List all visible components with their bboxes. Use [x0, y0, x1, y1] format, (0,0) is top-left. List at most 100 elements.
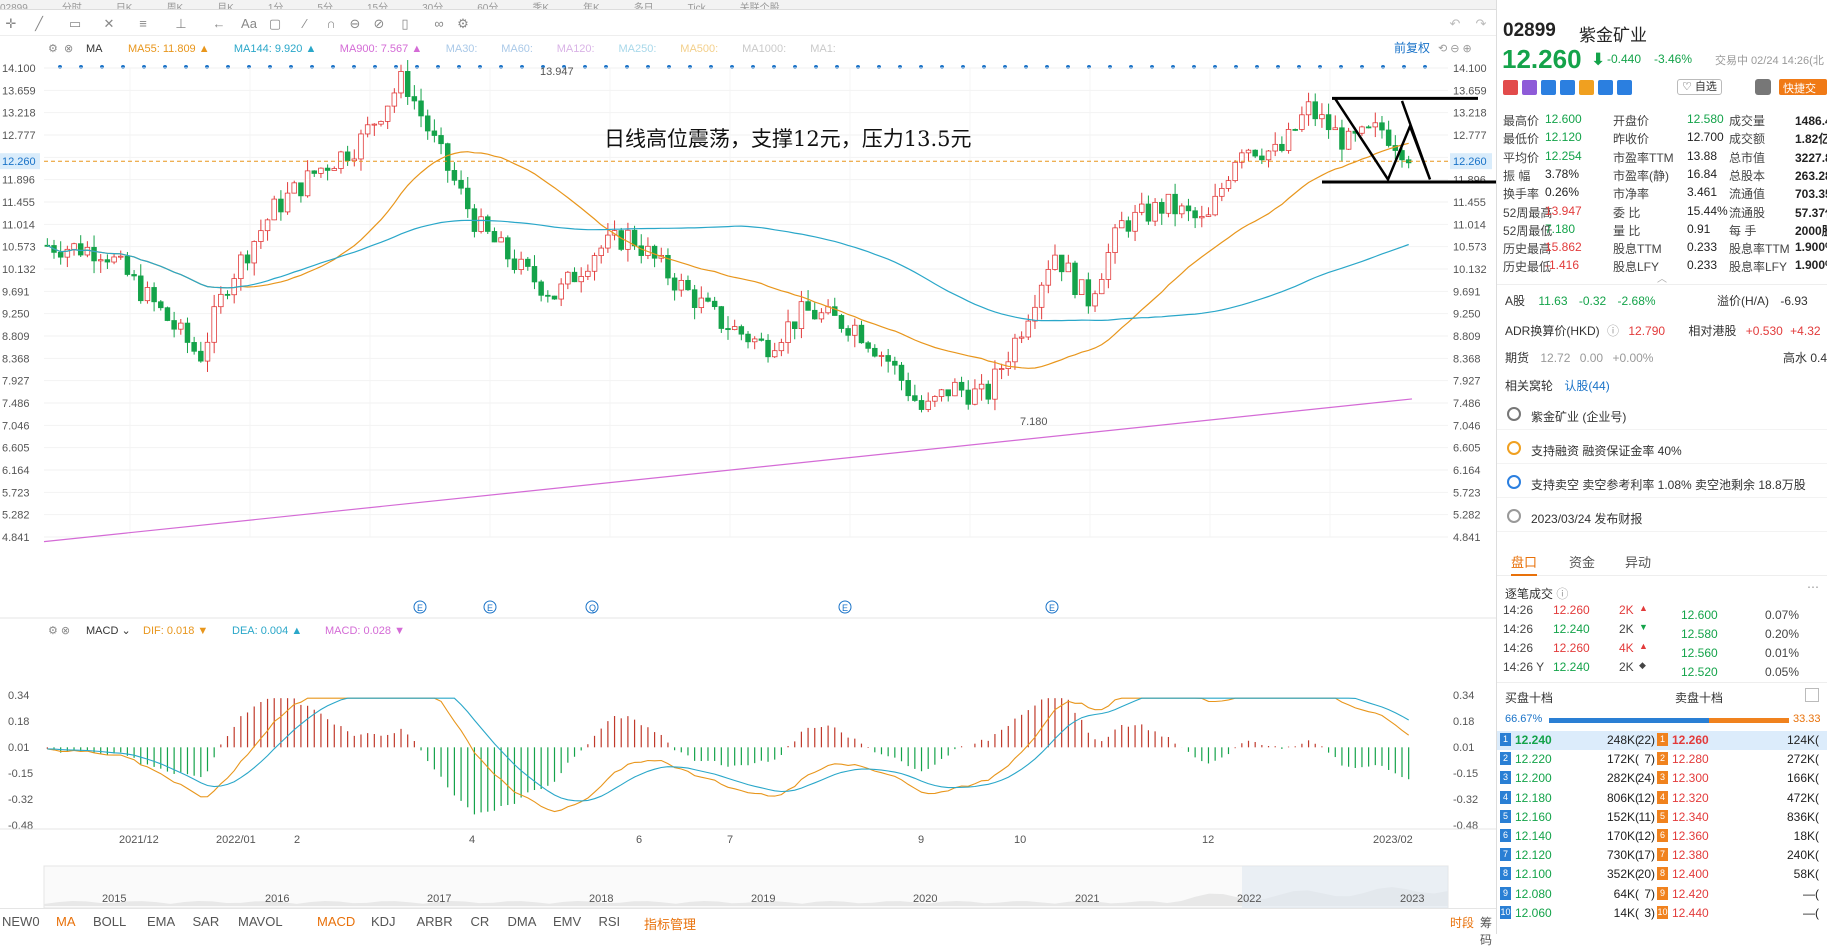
period-tab[interactable]: 周K	[166, 4, 183, 10]
fibonacci-tool-icon[interactable]: ≡	[134, 15, 152, 33]
indicator-tab-9[interactable]: CR	[471, 914, 490, 929]
bottom-right-tab-1[interactable]: 筹码	[1480, 914, 1496, 948]
order-book-row[interactable]: 3 12.200 282K(24) 3 12.300 166K(	[1497, 769, 1827, 788]
info-line[interactable]: 支持卖空 卖空参考利率 1.08% 卖空池剩余 18.8万股	[1497, 468, 1827, 498]
crosshair-icon[interactable]: ✛	[2, 15, 20, 33]
undo-icon[interactable]: ↶	[1446, 15, 1464, 33]
hk-badge-icon[interactable]	[1503, 80, 1518, 95]
collapse-chevron-icon[interactable]: ︿	[1657, 270, 1667, 285]
indicator-tab-8[interactable]: ARBR	[417, 914, 453, 929]
more-icon[interactable]: ⋯	[1807, 580, 1819, 594]
indicator-tab-10[interactable]: DMA	[508, 914, 537, 929]
expand-icon[interactable]	[1805, 688, 1819, 702]
adr-label: ADR换算价(HKD)	[1505, 324, 1600, 338]
tab-order-book[interactable]: 盘口	[1511, 552, 1538, 576]
settings-icon[interactable]: ⚙	[454, 15, 472, 33]
option-badge-icon[interactable]	[1579, 80, 1594, 95]
info-icon[interactable]: ⓘ	[1556, 587, 1568, 601]
order-book-row[interactable]: 8 12.100 352K(20) 8 12.400 58K(	[1497, 865, 1827, 884]
period-tab[interactable]: 5分	[317, 4, 333, 10]
order-book-row[interactable]: 6 12.140 170K(12) 6 12.360 18K(	[1497, 827, 1827, 846]
indicator-tab-1[interactable]: MA	[56, 914, 76, 929]
bid-level-badge: 6	[1500, 829, 1511, 842]
kline-chart-area[interactable]: ⚙ ⊗ MA MA55: 11.809 ▲ MA144: 9.920 ▲ MA900: 7…	[0, 36, 1496, 934]
hide-icon[interactable]: ⊘	[370, 15, 388, 33]
period-tab[interactable]: 02899	[0, 4, 28, 10]
period-tab[interactable]: 日K	[116, 4, 133, 10]
add-watchlist-button[interactable]: ♡ 自选	[1677, 79, 1722, 95]
lock-icon[interactable]: ⊖	[346, 15, 364, 33]
period-tab[interactable]: 30分	[422, 4, 443, 10]
period-tab[interactable]: 60分	[477, 4, 498, 10]
redo-icon[interactable]: ↷	[1472, 15, 1490, 33]
kline-chart-svg[interactable]: ⚙ ⊗ MA MA55: 11.809 ▲ MA144: 9.920 ▲ MA900: 7…	[0, 36, 1496, 908]
info-line[interactable]: 2023/03/24 发布财报	[1497, 502, 1827, 532]
order-book-row[interactable]: 4 12.180 806K(12) 4 12.320 472K(	[1497, 789, 1827, 808]
order-book-row[interactable]: 1 12.240 248K(22) 1 12.260 124K(	[1497, 731, 1827, 750]
price-tick-right: 8.809	[1453, 331, 1481, 343]
info-line[interactable]: 支持融资 融资保证金率 40%	[1497, 434, 1827, 464]
info-badge-icon[interactable]	[1617, 80, 1632, 95]
bell-icon[interactable]	[1755, 79, 1771, 95]
rectangle-tool-icon[interactable]: ▭	[66, 15, 84, 33]
order-book-row[interactable]: 5 12.160 152K(11) 5 12.340 836K(	[1497, 808, 1827, 827]
bid-volume: 172K(	[1606, 752, 1639, 767]
indicator-tab-6[interactable]: MACD	[317, 914, 355, 929]
candle-body	[1245, 149, 1252, 154]
period-tab[interactable]: Tick	[688, 4, 706, 10]
period-tab[interactable]: 季K	[532, 4, 549, 10]
ask-level-badge: 5	[1657, 809, 1668, 823]
margin-badge-icon[interactable]	[1522, 80, 1537, 95]
indicator-tab-0[interactable]: NEW0	[2, 914, 40, 929]
order-book-row[interactable]: 9 12.080 64K(7) 9 12.420 —(	[1497, 885, 1827, 904]
period-tab[interactable]: 年K	[583, 4, 600, 10]
bottom-right-tab-0[interactable]: 时段	[1450, 914, 1474, 931]
magnet-icon[interactable]: ∩	[322, 15, 340, 33]
arrow-tool-icon[interactable]: ←	[210, 15, 228, 33]
indicator-tab-5[interactable]: MAVOL	[238, 914, 283, 929]
indicator-tab-4[interactable]: SAR	[193, 914, 220, 929]
short-badge-icon[interactable]	[1560, 80, 1575, 95]
a-share-row[interactable]: A股 11.63 -0.32 -2.68%	[1505, 292, 1656, 309]
info-icon[interactable]: ⓘ	[1607, 324, 1619, 338]
period-tab[interactable]: 月K	[217, 4, 234, 10]
candle-body	[104, 259, 111, 263]
order-book-row[interactable]: 10 12.060 14K(3) 10 12.440 —(	[1497, 904, 1827, 923]
fork-tool-icon[interactable]: ✕	[100, 15, 118, 33]
tab-capital[interactable]: 资金	[1569, 552, 1595, 571]
candle-body	[631, 229, 638, 247]
indicator-tab-2[interactable]: BOLL	[93, 914, 126, 929]
indicator-tab-12[interactable]: RSI	[599, 914, 621, 929]
measure-tool-icon[interactable]: ⊥	[172, 15, 190, 33]
indicator-tab-13[interactable]: 指标管理	[644, 914, 696, 933]
indicator-tab-3[interactable]: EMA	[147, 914, 175, 929]
futures-row: 期货 12.72 0.00 +0.00%	[1505, 349, 1653, 366]
stat-label: 量 比	[1613, 223, 1641, 238]
indicator-tab-11[interactable]: EMV	[553, 914, 581, 929]
connect-badge-icon[interactable]	[1541, 80, 1556, 95]
period-tab[interactable]: 关联个股	[740, 4, 780, 10]
candle-body	[965, 389, 971, 405]
period-tab[interactable]: 1分	[268, 4, 284, 10]
text-tool-icon[interactable]: Aa	[240, 15, 258, 33]
candle-body	[545, 294, 551, 297]
order-book-row[interactable]: 2 12.220 172K(7) 2 12.280 272K(	[1497, 750, 1827, 769]
period-tab[interactable]: 15分	[367, 4, 388, 10]
trash-icon[interactable]: ▯	[396, 15, 414, 33]
order-book-row[interactable]: 7 12.120 730K(17) 7 12.380 240K(	[1497, 846, 1827, 865]
tab-movement[interactable]: 异动	[1625, 552, 1651, 571]
warrants-link[interactable]: 认股(44)	[1564, 379, 1609, 393]
candle-body	[885, 355, 891, 362]
link-icon[interactable]: ∞	[430, 15, 448, 33]
candle-body	[751, 338, 758, 343]
pen-icon[interactable]: ⁄	[296, 15, 314, 33]
fast-trade-button[interactable]: 快捷交易	[1779, 79, 1827, 111]
info-line[interactable]: 紫金矿业 (企业号)	[1497, 400, 1827, 430]
bid-ratio: 66.67%	[1505, 713, 1543, 725]
period-tab[interactable]: 多日	[634, 4, 654, 10]
comment-icon[interactable]: ▢	[266, 15, 284, 33]
tag-badge-icon[interactable]	[1598, 80, 1613, 95]
indicator-tab-7[interactable]: KDJ	[371, 914, 396, 929]
period-tab[interactable]: 分时	[62, 4, 82, 10]
line-tool-icon[interactable]: ╱	[30, 15, 48, 33]
